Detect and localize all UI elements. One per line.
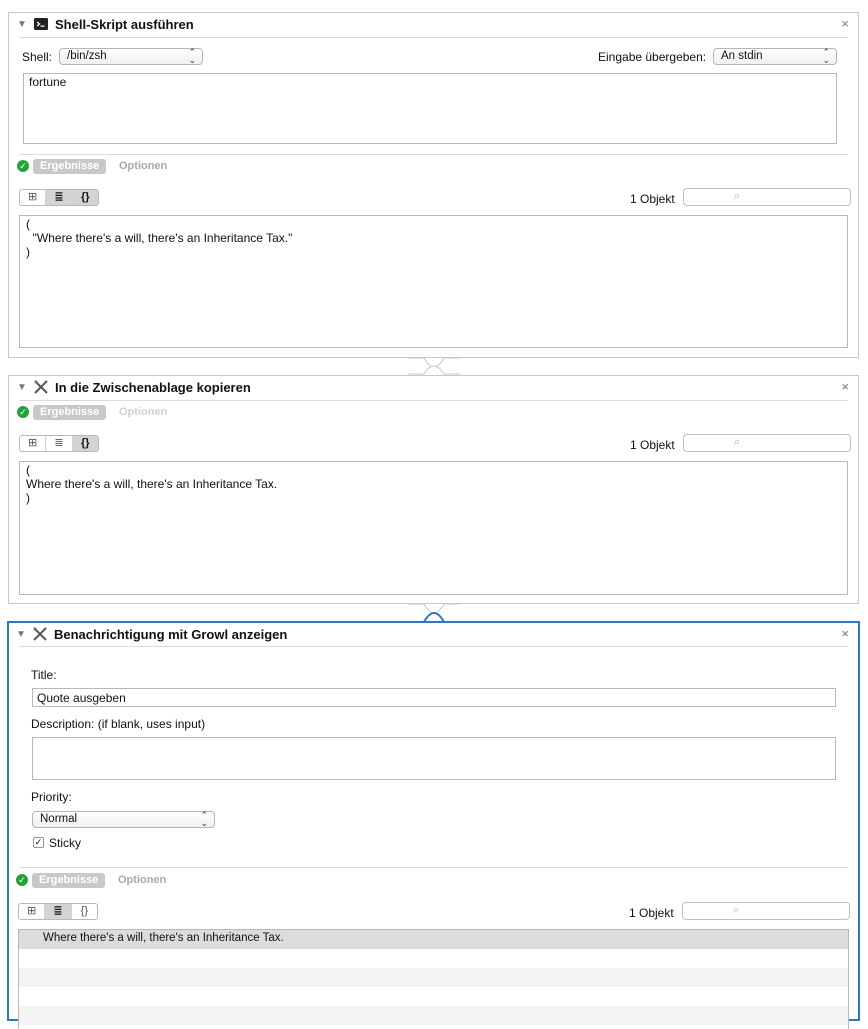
output-line: Where there's a will, there's an Inherit… (26, 477, 278, 491)
results-search-field[interactable]: ⌕ (683, 434, 851, 452)
priority-popup-value: Normal (40, 813, 78, 825)
results-search-field[interactable]: ⌕ (682, 902, 850, 920)
divider (19, 646, 848, 647)
tab-results[interactable]: Ergebnisse (33, 405, 107, 420)
automator-tools-icon (33, 627, 47, 641)
view-mode-segmented: ⊞ ≣ {} (19, 435, 99, 452)
code-view-icon[interactable]: {} (72, 904, 97, 919)
action-copy-clipboard: ▼ In die Zwischenablage kopieren × ✓ Erg… (8, 375, 859, 604)
result-row-text: Where there's a will, there's an Inherit… (43, 932, 284, 944)
action-header: ▼ In die Zwischenablage kopieren × (9, 376, 858, 400)
sticky-label: Sticky (49, 836, 82, 850)
list-view-icon[interactable]: ≣ (45, 904, 72, 919)
close-icon[interactable]: × (841, 626, 849, 641)
tab-results[interactable]: Ergebnisse (32, 873, 106, 888)
result-count: 1 Objekt (630, 192, 675, 206)
output-line: "Where there's a will, there's an Inheri… (26, 231, 293, 245)
title-input[interactable]: Quote ausgeben (32, 688, 836, 707)
description-label: Description: (if blank, uses input) (31, 717, 206, 731)
priority-label: Priority: (31, 790, 72, 804)
collapse-triangle-icon[interactable]: ▼ (16, 629, 26, 640)
divider (19, 154, 848, 155)
popup-arrows-icon: ⌃ ⌄ (822, 47, 830, 65)
table-row (19, 1006, 848, 1025)
output-line: ) (26, 491, 30, 505)
output-line: ( (26, 217, 30, 231)
divider (19, 867, 848, 868)
result-count: 1 Objekt (630, 438, 675, 452)
success-check-icon: ✓ (17, 406, 29, 418)
code-view-icon[interactable]: {} (72, 190, 98, 205)
popup-arrows-icon: ⌃ ⌄ (188, 47, 196, 65)
result-count: 1 Objekt (629, 906, 674, 920)
table-row (19, 968, 848, 987)
output-line: ( (26, 463, 30, 477)
close-icon[interactable]: × (841, 379, 849, 394)
priority-popup[interactable]: Normal ⌃ ⌄ (32, 811, 215, 828)
popup-arrows-icon: ⌃ ⌄ (200, 810, 208, 828)
success-check-icon: ✓ (17, 160, 29, 172)
title-label: Title: (31, 668, 57, 682)
script-text: fortune (29, 75, 67, 89)
action-title: Shell-Skript ausführen (55, 17, 194, 32)
tab-options[interactable]: Optionen (119, 406, 167, 418)
search-icon: ⌕ (734, 436, 741, 448)
divider (19, 37, 848, 38)
input-mode-popup-value: An stdin (721, 50, 763, 62)
shell-popup-value: /bin/zsh (67, 50, 107, 62)
icon-view-icon[interactable]: ⊞ (20, 190, 47, 205)
search-icon: ⌕ (733, 904, 740, 916)
tab-options[interactable]: Optionen (118, 874, 166, 886)
terminal-icon (34, 18, 48, 30)
title-input-value: Quote ausgeben (37, 691, 126, 705)
input-mode-popup[interactable]: An stdin ⌃ ⌄ (713, 48, 837, 65)
automator-tools-icon (34, 380, 48, 394)
close-icon[interactable]: × (841, 16, 849, 31)
table-row (19, 949, 848, 968)
results-table[interactable]: Where there's a will, there's an Inherit… (18, 929, 849, 1029)
collapse-triangle-icon[interactable]: ▼ (17, 19, 27, 30)
divider (19, 400, 848, 401)
action-title: Benachrichtigung mit Growl anzeigen (54, 627, 288, 642)
icon-view-icon[interactable]: ⊞ (19, 904, 46, 919)
description-input[interactable] (32, 737, 836, 780)
collapse-triangle-icon[interactable]: ▼ (17, 382, 27, 393)
sticky-checkbox[interactable]: ✓ (33, 837, 44, 848)
action-header: ▼ Benachrichtigung mit Growl anzeigen × (9, 623, 858, 647)
results-output[interactable]: ( "Where there's a will, there's an Inhe… (19, 215, 848, 348)
results-search-field[interactable]: ⌕ (683, 188, 851, 206)
tab-options[interactable]: Optionen (119, 160, 167, 172)
action-header: ▼ Shell-Skript ausführen × (9, 13, 858, 37)
icon-view-icon[interactable]: ⊞ (20, 436, 47, 451)
output-line: ) (26, 245, 30, 259)
code-view-icon[interactable]: {} (72, 436, 98, 451)
flow-connector (408, 357, 460, 375)
action-title: In die Zwischenablage kopieren (55, 380, 251, 395)
view-mode-segmented: ⊞ ≣ {} (18, 903, 98, 920)
input-mode-label: Eingabe übergeben: (598, 50, 707, 64)
shell-popup[interactable]: /bin/zsh ⌃ ⌄ (59, 48, 203, 65)
action-growl-notification: ▼ Benachrichtigung mit Growl anzeigen × … (7, 621, 860, 1029)
tab-results[interactable]: Ergebnisse (33, 159, 107, 174)
table-row[interactable]: Where there's a will, there's an Inherit… (19, 930, 848, 949)
view-mode-segmented: ⊞ ≣ {} (19, 189, 99, 206)
list-view-icon[interactable]: ≣ (46, 190, 73, 205)
list-view-icon[interactable]: ≣ (46, 436, 73, 451)
search-icon: ⌕ (734, 190, 741, 202)
success-check-icon: ✓ (16, 874, 28, 886)
action-shell-script: ▼ Shell-Skript ausführen × Shell: /bin/z… (8, 12, 859, 358)
script-editor[interactable]: fortune (23, 73, 837, 144)
table-row (19, 987, 848, 1006)
shell-label: Shell: (22, 50, 53, 64)
results-output[interactable]: ( Where there's a will, there's an Inher… (19, 461, 848, 595)
